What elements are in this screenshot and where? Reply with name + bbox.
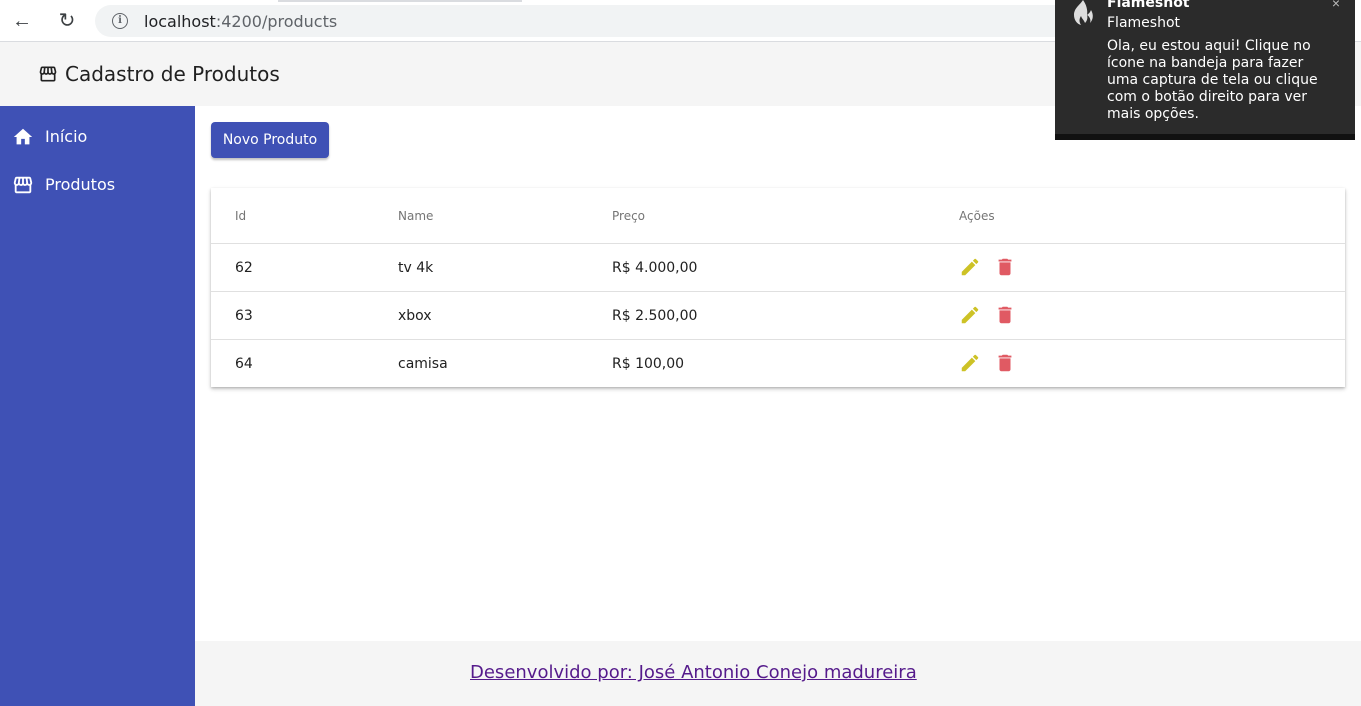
- delete-icon[interactable]: [994, 352, 1016, 374]
- address-bar[interactable]: i localhost:4200/products: [95, 5, 1095, 37]
- sidebar-item-label: Produtos: [45, 175, 116, 194]
- footer: Desenvolvido por: José Antonio Conejo ma…: [195, 641, 1361, 706]
- cell-price: R$ 2.500,00: [612, 308, 698, 324]
- table-row: 62 tv 4k R$ 4.000,00: [211, 244, 1345, 292]
- sidebar: Início Produtos: [0, 106, 195, 706]
- info-icon[interactable]: i: [112, 13, 128, 29]
- flameshot-logo-icon: [1074, 0, 1093, 25]
- cell-id: 63: [235, 308, 253, 324]
- close-icon[interactable]: ×: [1332, 0, 1340, 11]
- store-icon: [39, 66, 57, 82]
- notification-bottom-bar: [1055, 134, 1355, 140]
- cell-name: xbox: [398, 308, 432, 324]
- cell-id: 62: [235, 260, 253, 276]
- table-row: 63 xbox R$ 2.500,00: [211, 292, 1345, 340]
- url-text[interactable]: localhost:4200/products: [144, 12, 337, 31]
- page-title: Cadastro de Produtos: [65, 62, 280, 86]
- edit-icon[interactable]: [959, 352, 981, 374]
- table-header: Id Name Preço Ações: [211, 188, 1345, 244]
- footer-credit-link[interactable]: Desenvolvido por: José Antonio Conejo ma…: [470, 662, 917, 683]
- delete-icon[interactable]: [994, 256, 1016, 278]
- url-path: :4200/products: [215, 12, 338, 31]
- home-icon: [13, 128, 33, 145]
- tab-strip: [278, 0, 522, 2]
- cell-price: R$ 100,00: [612, 356, 685, 372]
- column-header-actions: Ações: [959, 209, 995, 223]
- column-header-name: Name: [398, 209, 434, 223]
- delete-icon[interactable]: [994, 304, 1016, 326]
- new-product-button[interactable]: Novo Produto: [211, 122, 329, 158]
- reload-icon[interactable]: ↻: [55, 9, 79, 33]
- column-header-id: Id: [235, 209, 247, 223]
- cell-name: camisa: [398, 356, 448, 372]
- notification-title: Flameshot: [1107, 15, 1180, 31]
- products-table: Id Name Preço Ações 62 tv 4k R$ 4.000,00…: [211, 188, 1345, 387]
- store-icon: [13, 176, 33, 194]
- main-content: Novo Produto Id Name Preço Ações 62 tv 4…: [195, 106, 1361, 641]
- notification-body: Ola, eu estou aqui! Clique no ícone na b…: [1107, 38, 1318, 122]
- cell-price: R$ 4.000,00: [612, 260, 698, 276]
- back-icon[interactable]: ←: [10, 9, 34, 33]
- url-host: localhost: [144, 12, 216, 31]
- sidebar-item-label: Início: [45, 127, 88, 146]
- sidebar-item-produtos[interactable]: Produtos: [0, 162, 195, 210]
- column-header-price: Preço: [612, 209, 646, 223]
- cell-id: 64: [235, 356, 253, 372]
- sidebar-item-inicio[interactable]: Início: [0, 114, 195, 162]
- table-row: 64 camisa R$ 100,00: [211, 340, 1345, 388]
- notification-popup[interactable]: Flameshot × Flameshot Ola, eu estou aqui…: [1055, 0, 1355, 140]
- edit-icon[interactable]: [959, 256, 981, 278]
- edit-icon[interactable]: [959, 304, 981, 326]
- notification-app-name: Flameshot: [1107, 0, 1190, 11]
- cell-name: tv 4k: [398, 260, 434, 276]
